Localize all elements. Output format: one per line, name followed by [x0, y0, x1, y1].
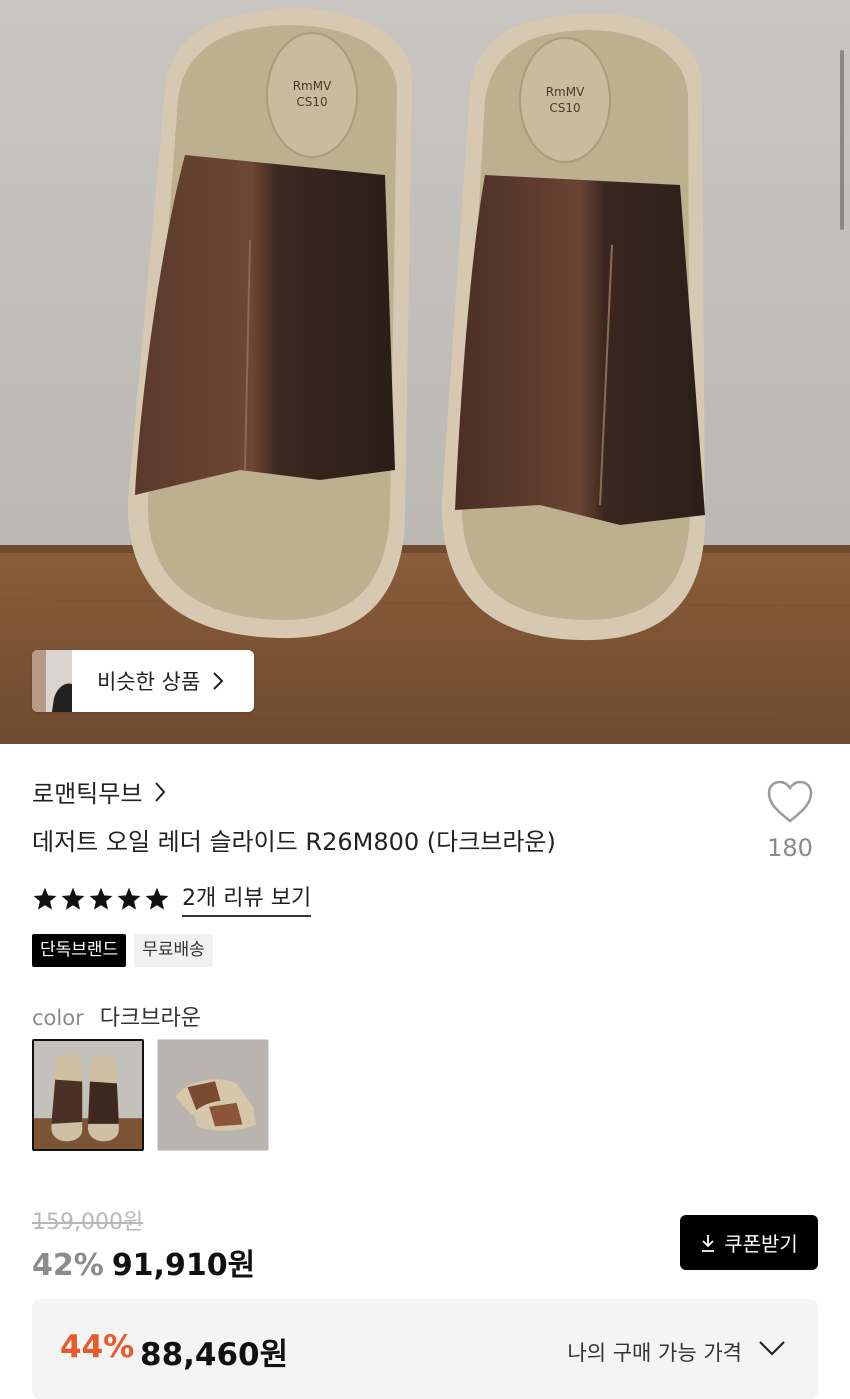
star-icon [117, 887, 141, 910]
similar-products-button[interactable]: 비슷한 상품 [32, 650, 254, 712]
original-price: 159,000원 [32, 1210, 144, 1235]
star-icon [33, 887, 57, 910]
svg-text:RmMV: RmMV [546, 85, 585, 99]
star-icon [89, 887, 113, 910]
color-row: color 다크브라운 [32, 1000, 201, 1032]
svg-text:CS10: CS10 [296, 95, 327, 109]
product-hero-image[interactable]: RmMV CS10 RmMV CS10 비슷한 상품 [0, 0, 850, 744]
svg-text:CS10: CS10 [549, 101, 580, 115]
color-label: color [32, 1006, 84, 1030]
coupon-button[interactable]: 쿠폰받기 [680, 1215, 818, 1270]
heart-icon [767, 780, 813, 823]
download-icon [702, 1234, 715, 1252]
color-swatches [32, 1039, 269, 1151]
star-icon [145, 887, 169, 910]
best-discount-rate: 44% [60, 1329, 135, 1365]
free-shipping-badge: 무료배송 [134, 934, 213, 967]
color-value: 다크브라운 [99, 1006, 201, 1031]
brown-thumbnail [158, 1040, 268, 1150]
price-row: 42% 91,910원 [32, 1240, 255, 1284]
discount-rate: 42% [32, 1248, 104, 1283]
color-swatch-brown[interactable] [157, 1039, 269, 1151]
best-price-label: 나의 구매 가능 가격 [567, 1341, 742, 1365]
sale-price: 91,910원 [111, 1248, 256, 1283]
like-button[interactable]: 180 [755, 780, 825, 862]
chevron-down-icon [759, 1341, 785, 1356]
exclusive-brand-badge: 단독브랜드 [32, 934, 127, 967]
chevron-right-icon [155, 781, 166, 802]
brand-link[interactable]: 로맨틱무브 [32, 774, 166, 809]
best-price-panel[interactable]: 44% 88,460원 나의 구매 가능 가격 [32, 1299, 818, 1399]
svg-text:RmMV: RmMV [293, 79, 332, 93]
brand-name: 로맨틱무브 [32, 780, 143, 808]
rating-stars [32, 886, 170, 912]
sandal-photo: RmMV CS10 RmMV CS10 [0, 0, 850, 744]
review-link[interactable]: 2개 리뷰 보기 [182, 880, 312, 917]
similar-products-thumbnail [32, 650, 72, 712]
image-scrollbar[interactable] [840, 50, 844, 230]
chevron-right-icon [213, 672, 224, 690]
similar-products-label: 비슷한 상품 [97, 670, 201, 694]
like-count: 180 [767, 834, 813, 862]
badge-row: 단독브랜드 무료배송 [32, 934, 213, 967]
dark-brown-thumbnail [34, 1041, 142, 1149]
product-title: 데저트 오일 레더 슬라이드 R26M800 (다크브라운) [32, 828, 556, 856]
best-price: 88,460원 [140, 1337, 289, 1373]
color-swatch-dark-brown[interactable] [32, 1039, 144, 1151]
star-icon [61, 887, 85, 910]
rating-row: 2개 리뷰 보기 [32, 880, 312, 917]
coupon-button-label: 쿠폰받기 [724, 1232, 798, 1256]
